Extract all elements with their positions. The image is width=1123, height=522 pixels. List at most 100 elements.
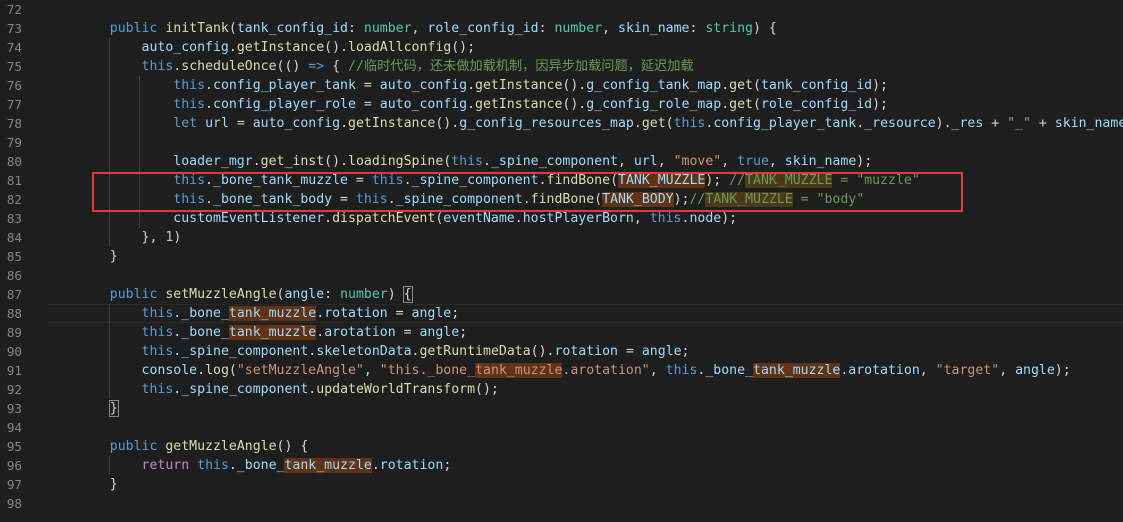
code-token: () { <box>276 439 309 454</box>
code-line[interactable]: 90 this._spine_component.skeletonData.ge… <box>0 342 1123 361</box>
code-line[interactable]: 89 this._bone_tank_muzzle.arotation = an… <box>0 323 1123 342</box>
line-code[interactable]: this.config_player_tank = auto_config.ge… <box>78 76 888 95</box>
line-number: 92 <box>6 382 22 397</box>
code-token: rotation <box>324 306 388 321</box>
code-token: ) { <box>753 21 777 36</box>
code-line[interactable]: 76 this.config_player_tank = auto_config… <box>0 76 1123 95</box>
line-code[interactable]: this._bone_tank_muzzle.rotation = angle; <box>78 304 459 323</box>
code-line[interactable]: 75 this.scheduleOnce(() => { //临时代码，还未做加… <box>0 57 1123 76</box>
line-code[interactable]: return this._bone_tank_muzzle.rotation; <box>78 456 451 475</box>
code-line[interactable]: 91 console.log("setMuzzleAngle", "this._… <box>0 361 1123 380</box>
code-token: , <box>411 21 428 36</box>
line-number: 79 <box>6 135 22 150</box>
line-number: 80 <box>6 154 22 169</box>
code-line[interactable]: 74 auto_config.getInstance().loadAllconf… <box>0 38 1123 57</box>
code-token: number <box>363 21 412 36</box>
code-token: this <box>141 325 174 340</box>
code-token: ; <box>459 325 468 340</box>
code-token: "target" <box>935 363 1000 378</box>
code-token: role_config_id <box>760 97 873 112</box>
code-line[interactable]: 73 public initTank(tank_config_id: numbe… <box>0 19 1123 38</box>
code-token: this <box>141 382 174 397</box>
line-code[interactable]: this._bone_tank_muzzle.arotation = angle… <box>78 323 467 342</box>
code-line[interactable]: 92 this._spine_component.updateWorldTran… <box>0 380 1123 399</box>
code-token: updateWorldTransform <box>316 382 476 397</box>
line-code[interactable]: let url = auto_config.getInstance().g_co… <box>78 114 1123 133</box>
code-token: this <box>649 211 682 226</box>
code-token: hostPlayerBorn <box>522 211 634 226</box>
code-token: string <box>705 21 753 36</box>
code-token: tank_muzzle <box>284 458 372 473</box>
code-token: initTank <box>165 21 229 36</box>
code-line[interactable]: 84 }, 1) <box>0 228 1123 247</box>
code-line[interactable]: 72 <box>0 0 1123 19</box>
line-code[interactable]: auto_config.getInstance().loadAllconfig(… <box>78 38 476 57</box>
code-token: . <box>205 97 213 112</box>
code-token: . <box>633 116 642 131</box>
code-token: ); <box>872 97 888 112</box>
code-token: ) <box>387 287 404 302</box>
line-code[interactable]: } <box>78 475 118 494</box>
code-line[interactable]: 94 <box>0 418 1123 437</box>
code-token: .arotation" <box>562 363 650 378</box>
code-token: auto_config <box>252 116 341 131</box>
code-line[interactable]: 98 <box>0 494 1123 513</box>
code-line[interactable]: 86 <box>0 266 1123 285</box>
code-line[interactable]: 95 public getMuzzleAngle() { <box>0 437 1123 456</box>
line-code[interactable]: console.log("setMuzzleAngle", "this._bon… <box>78 361 1071 380</box>
code-token: (). <box>435 116 460 131</box>
code-token: }, <box>141 230 166 245</box>
code-token: log <box>205 363 229 378</box>
line-number: 88 <box>6 306 22 321</box>
code-line[interactable]: 93 } <box>0 399 1123 418</box>
code-editor[interactable]: 72 73 public initTank(tank_config_id: num… <box>0 0 1123 522</box>
line-code[interactable]: } <box>78 399 119 418</box>
code-line[interactable]: 77 this.config_player_role = auto_config… <box>0 95 1123 114</box>
line-number: 75 <box>6 59 22 74</box>
code-token: rotation <box>379 458 444 473</box>
line-code[interactable]: public getMuzzleAngle() { <box>78 437 309 456</box>
code-token: this <box>141 306 174 321</box>
line-code[interactable]: this._spine_component.skeletonData.getRu… <box>78 342 690 361</box>
code-token: ); <box>872 78 888 93</box>
code-token: url <box>205 116 229 131</box>
code-line[interactable]: 79 <box>0 133 1123 152</box>
code-line[interactable]: 80 loader_mgr.get_inst().loadingSpine(th… <box>0 152 1123 171</box>
code-token: role_config_id <box>427 21 539 36</box>
code-token: , <box>657 154 674 169</box>
code-token: = <box>355 78 380 93</box>
code-token: this <box>673 116 706 131</box>
code-line[interactable]: 78 let url = auto_config.getInstance().g… <box>0 114 1123 133</box>
code-token: : <box>538 21 555 36</box>
code-token: setMuzzleAngle <box>165 287 277 302</box>
line-code[interactable]: this._spine_component.updateWorldTransfo… <box>78 380 499 399</box>
code-line[interactable]: 85 } <box>0 247 1123 266</box>
line-code[interactable]: public initTank(tank_config_id: number, … <box>78 19 777 38</box>
line-code[interactable]: public setMuzzleAngle(angle: number) { <box>78 285 413 304</box>
code-token: url <box>633 154 658 169</box>
code-token: . <box>483 154 491 169</box>
line-number: 93 <box>6 401 22 416</box>
code-line[interactable]: 96 return this._bone_tank_muzzle.rotatio… <box>0 456 1123 475</box>
line-code[interactable]: this.scheduleOnce(() => { //临时代码，还未做加载机制… <box>78 57 694 76</box>
code-line[interactable]: 87 public setMuzzleAngle(angle: number) … <box>0 285 1123 304</box>
code-token: (). <box>324 40 348 55</box>
code-token: . <box>340 116 349 131</box>
code-line[interactable]: 88 this._bone_tank_muzzle.rotation = ang… <box>0 304 1123 323</box>
line-code[interactable]: loader_mgr.get_inst().loadingSpine(this.… <box>78 152 872 171</box>
code-token: _bone_ <box>705 363 753 378</box>
code-token: g_config_tank_map <box>586 78 722 93</box>
code-token: . <box>371 458 380 473</box>
code-token: return <box>141 458 190 473</box>
line-code[interactable]: this.config_player_role = auto_config.ge… <box>78 95 888 114</box>
code-line[interactable]: 97 } <box>0 475 1123 494</box>
line-code[interactable]: }, 1) <box>78 228 182 247</box>
line-number: 91 <box>6 363 22 378</box>
line-code[interactable]: } <box>78 247 118 266</box>
